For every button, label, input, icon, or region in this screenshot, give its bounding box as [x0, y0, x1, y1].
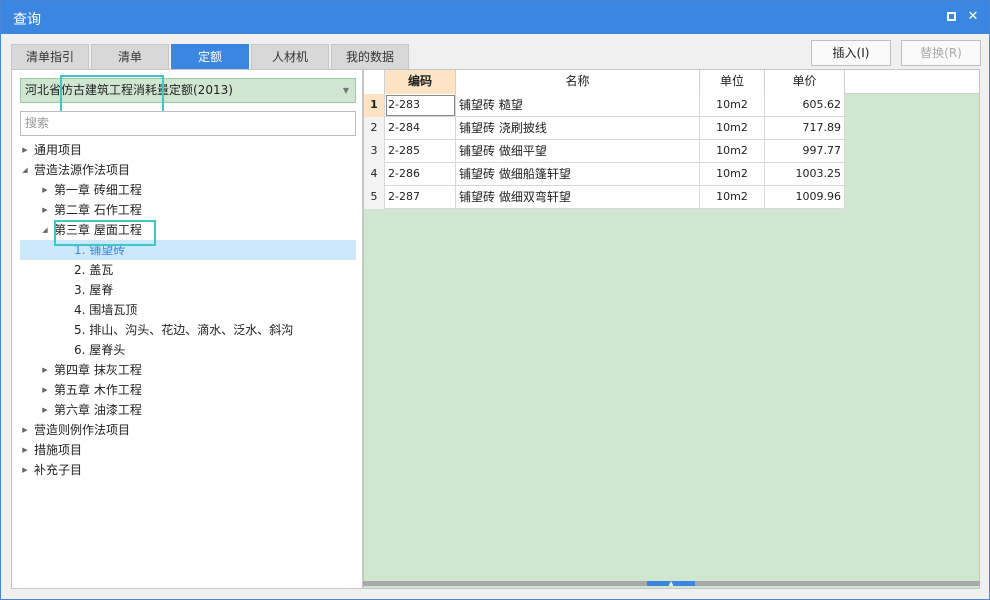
tree-item-chapter-6[interactable]: ▶ 第六章 油漆工程 — [20, 400, 356, 420]
price-cell[interactable]: 1009.96 — [765, 186, 845, 209]
quota-grid: 编码 名称 单位 单价 1 2-283 铺望砖 糙望 10m2 605.62 2… — [363, 69, 980, 589]
name-cell[interactable]: 铺望砖 做细双弯轩望 — [456, 186, 700, 209]
window-title: 查询 — [13, 12, 41, 28]
quota-library-select[interactable]: 河北省仿古建筑工程消耗量定额(2013) ▼ — [20, 78, 356, 103]
table-row[interactable]: 4 2-286 铺望砖 做细船篷轩望 10m2 1003.25 — [364, 163, 845, 186]
column-header-name[interactable]: 名称 — [456, 70, 700, 94]
table-row[interactable]: 2 2-284 铺望砖 浇刷披线 10m2 717.89 — [364, 117, 845, 140]
expand-icon[interactable]: ▶ — [40, 180, 50, 200]
code-cell[interactable]: 2-287 — [385, 186, 456, 209]
close-icon[interactable]: ✕ — [965, 9, 981, 25]
row-number: 1 — [364, 94, 385, 117]
tree-item-chapter-5[interactable]: ▶ 第五章 木作工程 — [20, 380, 356, 400]
row-number: 2 — [364, 117, 385, 140]
grid-header: 编码 名称 单位 单价 — [364, 70, 979, 94]
column-header-unit[interactable]: 单位 — [700, 70, 765, 94]
horizontal-splitter[interactable]: ▲ — [363, 581, 980, 587]
left-panel: 河北省仿古建筑工程消耗量定额(2013) ▼ 搜索 ▶ 通用项目 ◢ 营造法源作… — [11, 69, 363, 589]
tree-item-yingzao-zeli[interactable]: ▶ 营造则例作法项目 — [20, 420, 356, 440]
collapse-icon[interactable]: ◢ — [40, 220, 50, 240]
row-number: 3 — [364, 140, 385, 163]
tree-item-chapter-3[interactable]: ◢ 第三章 屋面工程 — [20, 220, 356, 240]
splitter-up-icon[interactable]: ▲ — [647, 581, 695, 587]
code-cell[interactable]: 2-286 — [385, 163, 456, 186]
tab-materials[interactable]: 人材机 — [251, 44, 329, 70]
unit-cell[interactable]: 10m2 — [700, 163, 765, 186]
tab-bill-guide[interactable]: 清单指引 — [11, 44, 89, 70]
tree-item-chapter-1[interactable]: ▶ 第一章 砖细工程 — [20, 180, 356, 200]
collapse-icon[interactable]: ◢ — [20, 160, 30, 180]
code-cell[interactable]: 2-285 — [385, 140, 456, 163]
unit-cell[interactable]: 10m2 — [700, 117, 765, 140]
table-row[interactable]: 3 2-285 铺望砖 做细平望 10m2 997.77 — [364, 140, 845, 163]
expand-icon[interactable]: ▶ — [20, 140, 30, 160]
tab-quota[interactable]: 定额 — [171, 44, 249, 70]
tree-item-chapter-4[interactable]: ▶ 第四章 抹灰工程 — [20, 360, 356, 380]
unit-cell[interactable]: 10m2 — [700, 94, 765, 117]
expand-icon[interactable]: ▶ — [40, 400, 50, 420]
query-window: 查询 ✕ 清单指引 清单 定额 人材机 我的数据 插入(I) 替换(R) 河北省… — [0, 0, 990, 600]
replace-button[interactable]: 替换(R) — [901, 40, 981, 66]
column-header-price[interactable]: 单价 — [765, 70, 845, 94]
unit-cell[interactable]: 10m2 — [700, 140, 765, 163]
name-cell[interactable]: 铺望砖 做细船篷轩望 — [456, 163, 700, 186]
tree-item-supplementary[interactable]: ▶ 补充子目 — [20, 460, 356, 480]
tree-item-roof-tile[interactable]: 2. 盖瓦 — [20, 260, 356, 280]
chapter-tree: ▶ 通用项目 ◢ 营造法源作法项目 ▶ 第一章 砖细工程 ▶ 第二章 石作工程 … — [20, 140, 356, 480]
search-input[interactable]: 搜索 — [20, 111, 356, 136]
table-row[interactable]: 1 2-283 铺望砖 糙望 10m2 605.62 — [364, 94, 845, 117]
expand-icon[interactable]: ▶ — [20, 420, 30, 440]
tree-item-ridge-end[interactable]: 6. 屋脊头 — [20, 340, 356, 360]
tree-item-chapter-2[interactable]: ▶ 第二章 石作工程 — [20, 200, 356, 220]
insert-button[interactable]: 插入(I) — [811, 40, 891, 66]
code-cell[interactable]: 2-284 — [385, 117, 456, 140]
row-number-header — [364, 70, 385, 94]
price-cell[interactable]: 997.77 — [765, 140, 845, 163]
title-bar[interactable]: 查询 ✕ — [1, 1, 989, 34]
row-number: 5 — [364, 186, 385, 209]
tree-item-yingzao-fayuan[interactable]: ◢ 营造法源作法项目 — [20, 160, 356, 180]
tree-item-wall-tile-top[interactable]: 4. 围墙瓦顶 — [20, 300, 356, 320]
name-cell[interactable]: 铺望砖 糙望 — [456, 94, 700, 117]
tree-item-general[interactable]: ▶ 通用项目 — [20, 140, 356, 160]
tree-item-paving-brick[interactable]: 1. 铺望砖 — [20, 240, 356, 260]
tree-item-measures[interactable]: ▶ 措施项目 — [20, 440, 356, 460]
expand-icon[interactable]: ▶ — [20, 440, 30, 460]
unit-cell[interactable]: 10m2 — [700, 186, 765, 209]
tree-item-ridge[interactable]: 3. 屋脊 — [20, 280, 356, 300]
name-cell[interactable]: 铺望砖 做细平望 — [456, 140, 700, 163]
column-header-code[interactable]: 编码 — [385, 70, 456, 94]
expand-icon[interactable]: ▶ — [40, 380, 50, 400]
row-number: 4 — [364, 163, 385, 186]
quota-library-value: 河北省仿古建筑工程消耗量定额(2013) — [25, 83, 233, 97]
expand-icon[interactable]: ▶ — [40, 200, 50, 220]
price-cell[interactable]: 717.89 — [765, 117, 845, 140]
tab-my-data[interactable]: 我的数据 — [331, 44, 409, 70]
tree-item-eaves-details[interactable]: 5. 排山、沟头、花边、滴水、泛水、斜沟 — [20, 320, 356, 340]
price-cell[interactable]: 605.62 — [765, 94, 845, 117]
expand-icon[interactable]: ▶ — [20, 460, 30, 480]
table-row[interactable]: 5 2-287 铺望砖 做细双弯轩望 10m2 1009.96 — [364, 186, 845, 209]
code-cell[interactable]: 2-283 — [385, 94, 456, 117]
expand-icon[interactable]: ▶ — [40, 360, 50, 380]
tab-bill[interactable]: 清单 — [91, 44, 169, 70]
dropdown-arrow-icon: ▼ — [342, 86, 349, 95]
price-cell[interactable]: 1003.25 — [765, 163, 845, 186]
maximize-icon[interactable] — [943, 9, 959, 25]
name-cell[interactable]: 铺望砖 浇刷披线 — [456, 117, 700, 140]
